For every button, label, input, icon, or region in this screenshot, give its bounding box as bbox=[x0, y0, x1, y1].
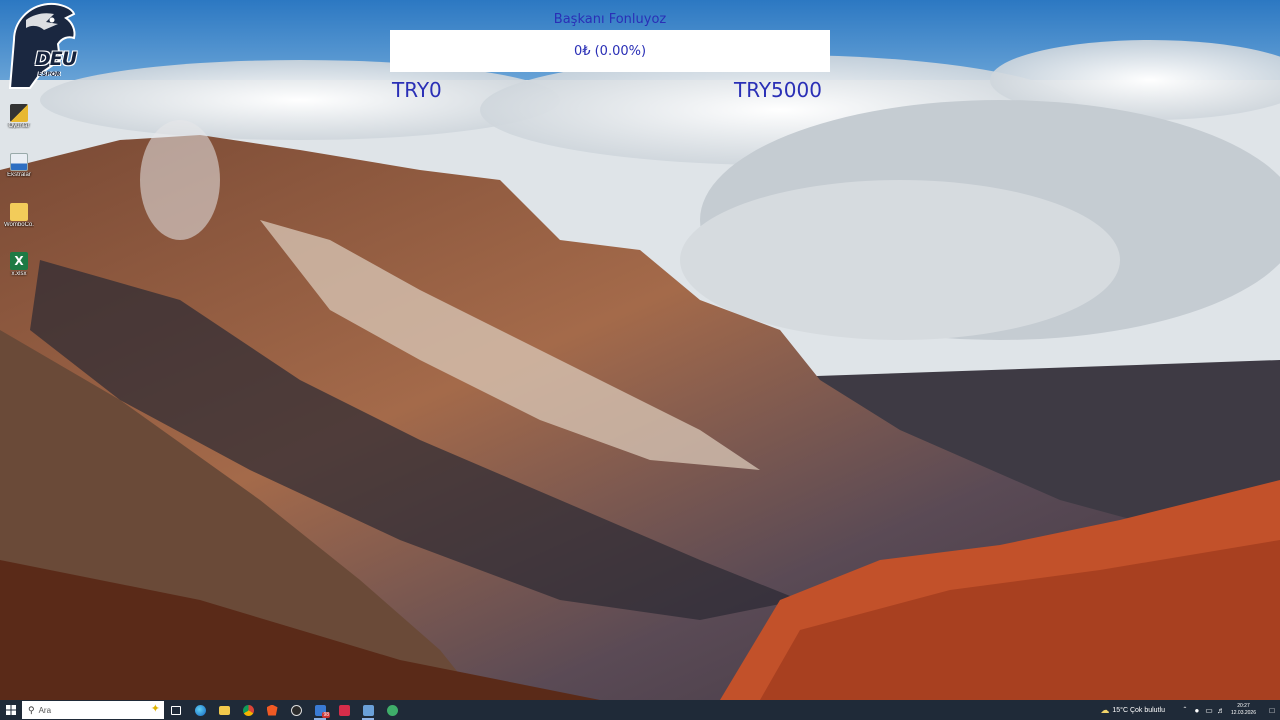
taskbar-edge[interactable] bbox=[188, 700, 212, 720]
taskbar: ⚲ Ara ✦ 98 ☁ 15°C Çok bulutlu ˆ ● ▭ ♬ 20… bbox=[0, 700, 1280, 720]
volume-icon[interactable]: ♬ bbox=[1215, 706, 1227, 715]
task-view-button[interactable] bbox=[164, 700, 188, 720]
folder-icon bbox=[10, 203, 28, 221]
windows-logo-icon bbox=[6, 705, 16, 715]
folder-shortcut-icon bbox=[10, 104, 28, 122]
desktop-icon-label: x.xlsx bbox=[11, 271, 27, 277]
desktop-icon-ekstralar[interactable]: Ekstralar bbox=[4, 153, 34, 189]
weather-widget[interactable]: ☁ 15°C Çok bulutlu bbox=[1100, 705, 1165, 716]
taskbar-chrome[interactable] bbox=[236, 700, 260, 720]
clock-date: 12.03.2026 bbox=[1230, 710, 1256, 716]
task-view-icon bbox=[171, 705, 181, 715]
notification-center-icon[interactable]: □ bbox=[1264, 706, 1280, 715]
system-tray: ☁ 15°C Çok bulutlu ˆ ● ▭ ♬ 20:27 12.03.2… bbox=[1100, 700, 1280, 720]
goal-min-label: TRY0 bbox=[392, 78, 442, 102]
donation-progress-bar: 0₺ (0.00%) bbox=[390, 30, 830, 72]
app-icon bbox=[362, 704, 374, 716]
progress-text: 0₺ (0.00%) bbox=[573, 43, 647, 59]
network-icon[interactable]: ▭ bbox=[1203, 706, 1215, 715]
start-button[interactable] bbox=[0, 700, 22, 720]
chrome-icon bbox=[242, 704, 254, 716]
folder-icon bbox=[218, 705, 230, 715]
search-placeholder: Ara bbox=[38, 705, 52, 715]
clock-time: 20:27 bbox=[1237, 703, 1250, 709]
excel-file-icon: X bbox=[10, 252, 28, 270]
red-app-icon bbox=[338, 704, 350, 716]
weather-text: 15°C Çok bulutlu bbox=[1112, 706, 1165, 714]
donation-title: Başkanı Fonluyoz bbox=[553, 12, 667, 27]
taskbar-file-explorer[interactable] bbox=[212, 700, 236, 720]
logo-subtext: ESPOR bbox=[38, 71, 61, 78]
desktop-icon-label: Oyunlar bbox=[8, 123, 30, 129]
desktop-icon-excel[interactable]: X x.xlsx bbox=[4, 252, 34, 288]
goal-max-label: TRY5000 bbox=[734, 78, 822, 102]
desktop-icon-label: Ekstralar bbox=[7, 172, 31, 178]
search-icon: ⚲ bbox=[28, 704, 35, 715]
taskbar-app-badge[interactable]: 98 bbox=[308, 700, 332, 720]
obs-icon bbox=[290, 704, 302, 716]
taskbar-red-app[interactable] bbox=[332, 700, 356, 720]
clock[interactable]: 20:27 12.03.2026 bbox=[1231, 703, 1256, 717]
microphone-icon[interactable]: ● bbox=[1191, 706, 1203, 715]
brave-icon bbox=[266, 704, 278, 716]
notification-badge: 98 bbox=[322, 712, 330, 718]
desktop-icon-oyunlar[interactable]: Oyunlar bbox=[4, 104, 34, 140]
search-highlight-icon: ✦ bbox=[150, 703, 160, 715]
edge-icon bbox=[194, 704, 206, 716]
taskbar-obs[interactable] bbox=[284, 700, 308, 720]
desktop-icon-wombocombo[interactable]: WomboCo... bbox=[4, 203, 34, 239]
partly-cloudy-icon: ☁ bbox=[1100, 704, 1110, 715]
desktop-icon-column: Oyunlar Ekstralar WomboCo... X x.xlsx bbox=[0, 0, 40, 300]
taskbar-app[interactable] bbox=[356, 700, 380, 720]
chevron-up-icon[interactable]: ˆ bbox=[1179, 706, 1191, 715]
app-icon bbox=[386, 704, 398, 716]
taskbar-green-app[interactable] bbox=[380, 700, 404, 720]
app-shortcut-icon bbox=[10, 153, 28, 171]
taskbar-brave[interactable] bbox=[260, 700, 284, 720]
desktop-wallpaper bbox=[0, 0, 1280, 700]
logo-text: DEU bbox=[35, 48, 77, 70]
taskbar-search-box[interactable]: ⚲ Ara ✦ bbox=[22, 701, 164, 719]
desktop-icon-label: WomboCo... bbox=[4, 222, 34, 228]
